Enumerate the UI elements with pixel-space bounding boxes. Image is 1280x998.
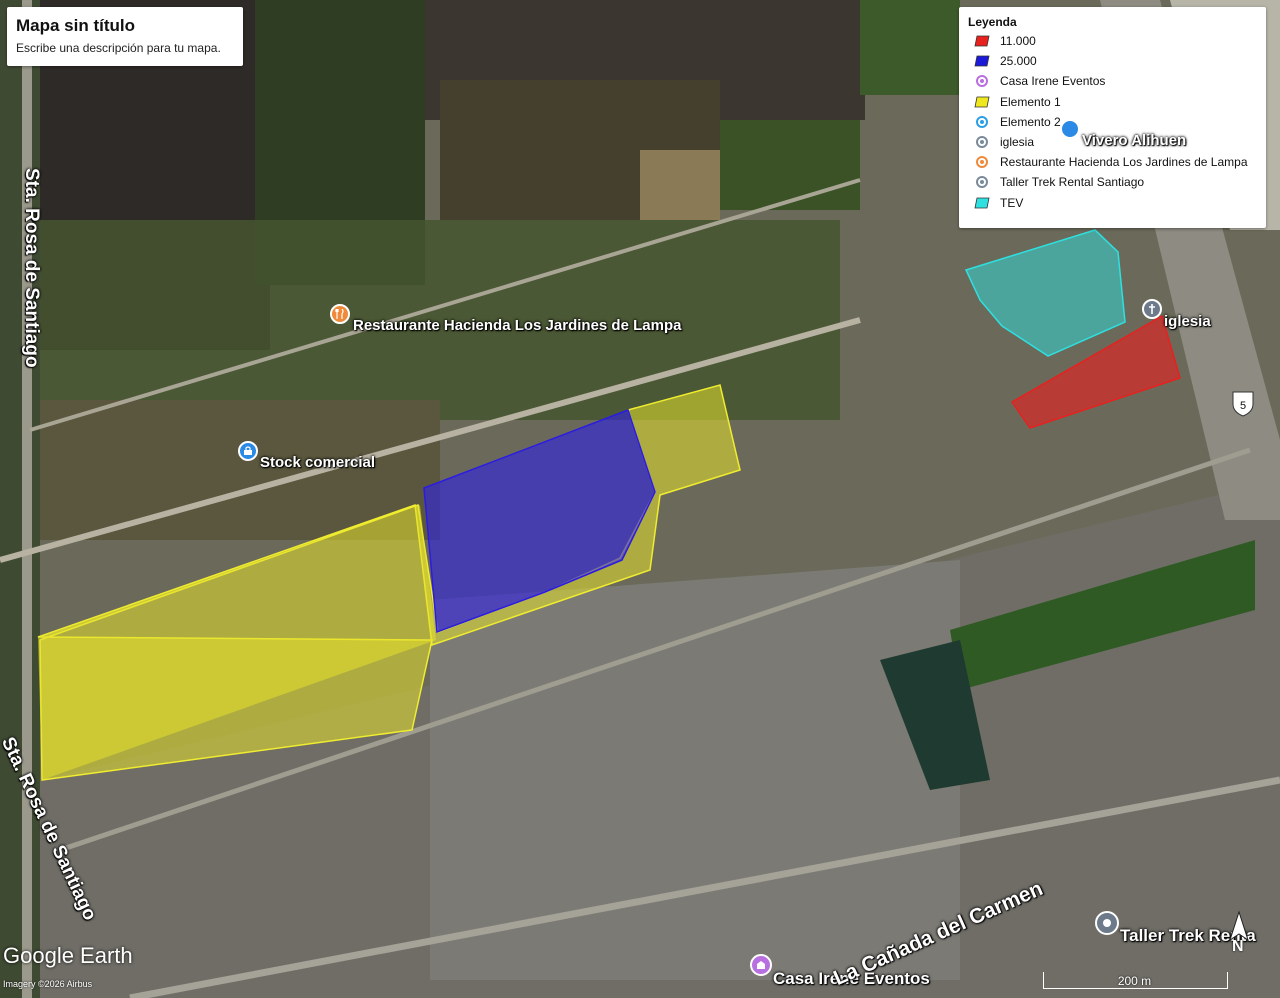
road-label-santa-rosa-top: Sta. Rosa de Santiago: [21, 168, 42, 368]
legend-item[interactable]: Restaurante Hacienda Los Jardines de Lam…: [968, 152, 1258, 172]
event-hall-pin-icon[interactable]: [750, 954, 772, 976]
highway-number: 5: [1240, 400, 1246, 412]
pin-icon: [974, 73, 990, 89]
pin-icon: [974, 174, 990, 190]
polygon-icon: [974, 94, 990, 110]
legend-item[interactable]: Taller Trek Rental Santiago: [968, 172, 1258, 192]
map-title[interactable]: Mapa sin título: [16, 16, 234, 36]
store-pin-icon[interactable]: [238, 441, 258, 461]
label-restaurante[interactable]: Restaurante Hacienda Los Jardines de Lam…: [353, 317, 681, 334]
legend-item[interactable]: Elemento 1: [968, 92, 1258, 112]
church-pin-icon[interactable]: [1142, 299, 1162, 319]
legend-item[interactable]: Casa Irene Eventos: [968, 71, 1258, 91]
legend-item-label: Elemento 2: [1000, 114, 1061, 129]
legend-item-label: Taller Trek Rental Santiago: [1000, 175, 1145, 190]
legend-item[interactable]: TEV: [968, 193, 1258, 213]
north-label: N: [1232, 938, 1244, 955]
workshop-pin-icon[interactable]: [1095, 911, 1119, 935]
pin-icon: [974, 114, 990, 130]
scale-label: 200 m: [1117, 974, 1152, 988]
restaurant-pin-icon[interactable]: [330, 304, 350, 324]
legend-item-label: TEV: [1000, 195, 1024, 210]
legend-item-label: Casa Irene Eventos: [1000, 74, 1106, 89]
legend-item-label: iglesia: [1000, 135, 1035, 150]
legend-list: 11.000 25.000 Casa Irene Eventos Elemento 1…: [968, 31, 1258, 213]
imagery-credit: Imagery ©2026 Airbus: [3, 979, 93, 989]
legend-item-label: Elemento 1: [1000, 94, 1061, 109]
polygon-icon: [974, 195, 990, 211]
polygon-icon: [974, 33, 990, 49]
pin-icon: [974, 154, 990, 170]
label-stock[interactable]: Stock comercial: [260, 454, 375, 471]
nursery-pin-icon[interactable]: [1060, 119, 1080, 139]
label-iglesia[interactable]: iglesia: [1164, 313, 1211, 330]
legend-item-label: 25.000: [1000, 54, 1037, 69]
north-arrow-icon[interactable]: N: [1224, 910, 1254, 962]
map-title-card[interactable]: Mapa sin título Escribe una descripción …: [7, 7, 243, 66]
legend-item-label: 11.000: [1000, 34, 1036, 49]
label-vivero[interactable]: Vivero Alihuen: [1082, 132, 1186, 149]
pin-icon: [974, 134, 990, 150]
google-earth-logo: Google Earth: [3, 943, 133, 968]
legend-panel: Leyenda 11.000 25.000 Casa Irene Eventos El…: [959, 7, 1266, 228]
map-description[interactable]: Escribe una descripción para tu mapa.: [16, 41, 234, 55]
legend-item[interactable]: 25.000: [968, 51, 1258, 71]
polygon-icon: [974, 53, 990, 69]
legend-item-label: Restaurante Hacienda Los Jardines de Lam…: [1000, 155, 1248, 170]
legend-item[interactable]: 11.000: [968, 31, 1258, 51]
legend-item[interactable]: Elemento 2: [968, 112, 1258, 132]
legend-title: Leyenda: [968, 15, 1017, 29]
